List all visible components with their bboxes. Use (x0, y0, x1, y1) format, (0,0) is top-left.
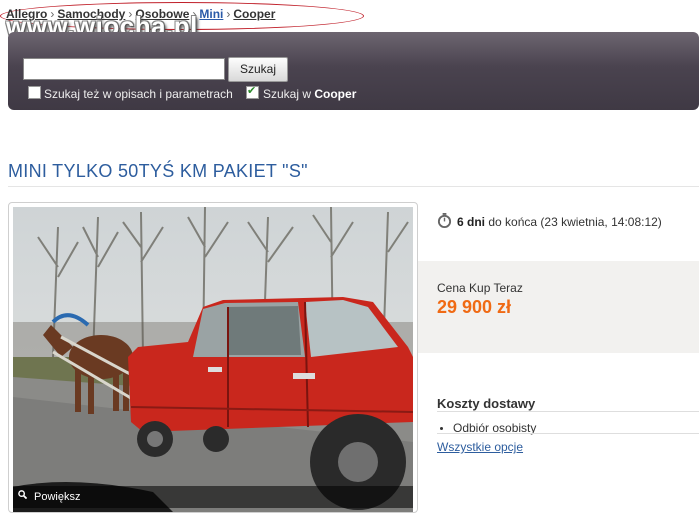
stopwatch-icon (437, 213, 452, 228)
magnifier-icon (18, 490, 27, 499)
search-category-checkbox[interactable] (246, 84, 259, 99)
title-divider (8, 186, 699, 187)
bullet (440, 427, 443, 431)
listing-image-frame[interactable]: Powiększ (8, 202, 418, 513)
search-category-prefix: Szukaj w (263, 87, 315, 101)
search-bar: Szukaj Szukaj też w opisach i parametrac… (8, 32, 699, 110)
shipping-divider (437, 433, 699, 434)
search-category-label: Szukaj w Cooper (263, 87, 356, 101)
timer-days: 6 dni (457, 215, 486, 229)
breadcrumb-item-mini[interactable]: Mini (199, 7, 223, 21)
timer-end: do końca (23 kwietnia, 14:08:12) (488, 215, 662, 229)
shipping-divider (437, 411, 699, 412)
shipping-title: Koszty dostawy (437, 396, 536, 411)
search-button[interactable]: Szukaj (228, 57, 288, 82)
zoom-label: Powiększ (34, 491, 81, 503)
search-descriptions-checkbox[interactable] (28, 86, 41, 99)
buy-now-box: Cena Kup Teraz 29 900 zł (418, 261, 699, 353)
zoom-bar[interactable]: Powiększ (13, 486, 413, 508)
listing-photo[interactable] (13, 207, 413, 512)
buy-now-price: 29 900 zł (437, 297, 512, 317)
breadcrumb-item-cooper[interactable]: Cooper (233, 7, 275, 21)
search-category-name: Cooper (314, 87, 357, 101)
search-input[interactable] (23, 58, 225, 80)
search-descriptions-label: Szukaj też w opisach i parametrach (44, 87, 233, 101)
breadcrumb-separator: › (226, 7, 231, 21)
all-shipping-options-link[interactable]: Wszystkie opcje (437, 440, 523, 454)
listing-title: MINI TYLKO 50TYŚ KM PAKIET "S" (8, 161, 308, 181)
buy-now-label: Cena Kup Teraz (437, 281, 523, 295)
